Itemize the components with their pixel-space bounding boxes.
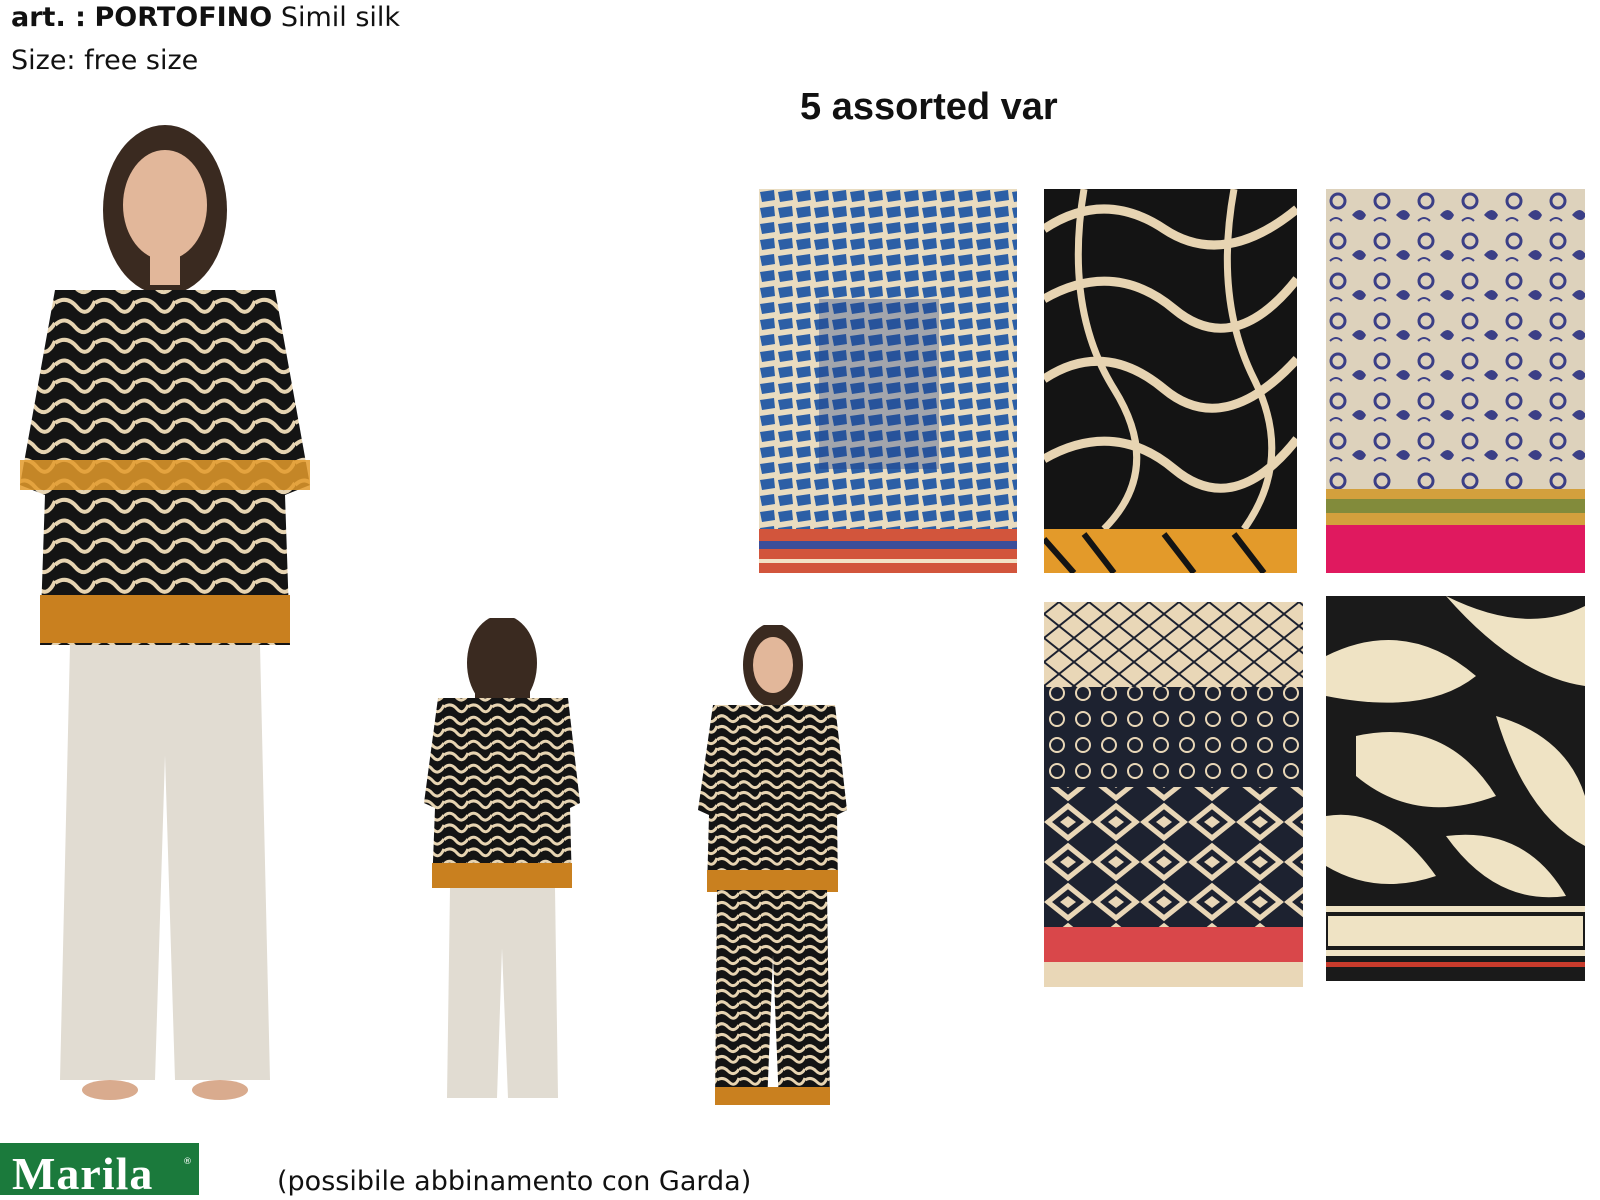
swatch-navy-paisley	[1326, 189, 1585, 573]
pairing-caption: (possibile abbinamento con Garda)	[277, 1166, 752, 1197]
model-photo-back	[420, 618, 585, 1123]
fabric-pattern	[1326, 596, 1585, 981]
size-line: Size: free size	[11, 45, 199, 76]
swatch-blue-scales	[759, 189, 1017, 573]
article-prefix: art. :	[11, 2, 86, 33]
swatch-geometric-bands	[1044, 602, 1303, 987]
brand-logo: Marila ®	[0, 1143, 199, 1199]
model-illustration	[698, 625, 847, 1105]
fabric-pattern	[1044, 602, 1303, 987]
fabric-pattern	[1044, 189, 1297, 573]
model-photo-front	[15, 115, 320, 1110]
article-line: art. : PORTOFINO Simil silk	[11, 2, 400, 33]
model-illustration	[20, 125, 310, 1100]
registered-mark: ®	[183, 1157, 192, 1167]
model-photo-set	[695, 625, 850, 1135]
fabric-pattern	[1326, 189, 1585, 573]
swatch-black-leaves	[1326, 596, 1585, 981]
article-name: PORTOFINO	[94, 2, 273, 33]
logo-text: Marila	[12, 1148, 154, 1199]
model-illustration	[424, 618, 580, 1098]
fabric-pattern	[759, 189, 1017, 573]
fabric-label: Simil silk	[280, 2, 401, 33]
variants-title: 5 assorted var	[800, 86, 1058, 128]
swatch-black-zebra	[1044, 189, 1297, 573]
